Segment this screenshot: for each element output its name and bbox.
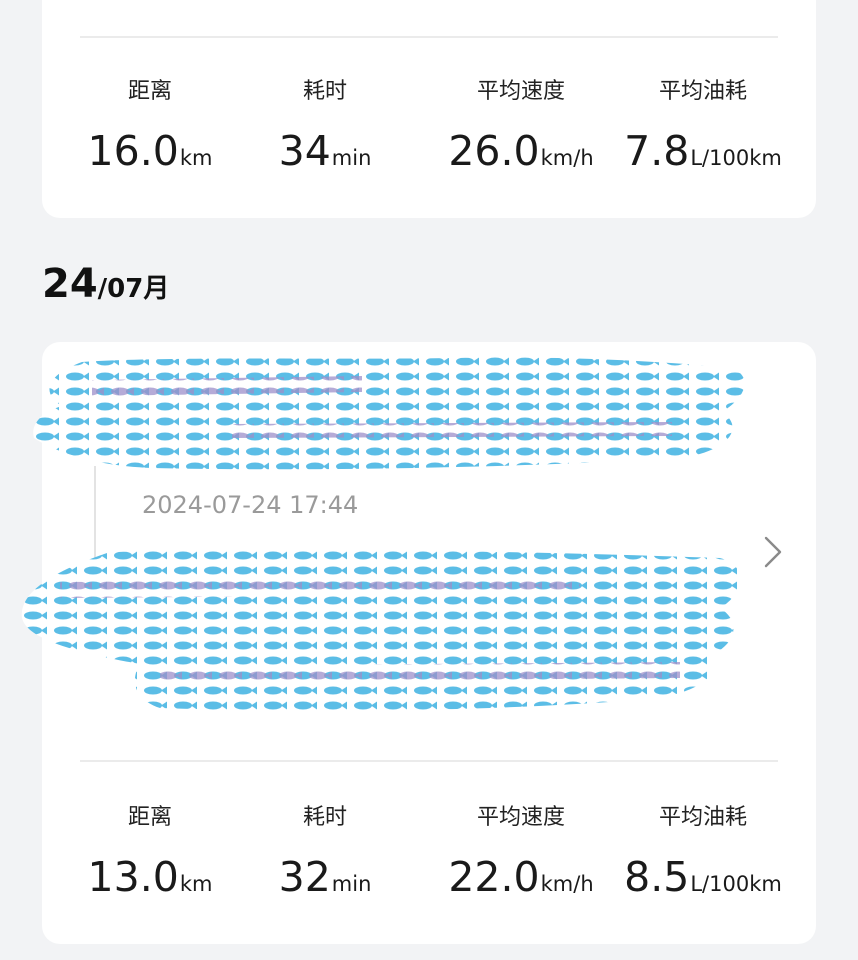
stat-unit: L/100km — [690, 146, 782, 170]
redaction-overlay-destination — [21, 550, 741, 711]
stat-average-fuel: 平均油耗 7.8L/100km — [603, 78, 803, 185]
stat-unit: km — [179, 872, 213, 896]
trip-stats: 距离 16.0km 耗时 34min 平均速度 26.0km/h 平均油耗 7.… — [42, 78, 816, 198]
divider — [80, 760, 778, 762]
stat-value: 16.0km — [50, 126, 250, 185]
date-section-header: 24/07月 — [42, 258, 169, 310]
stat-value: 34min — [225, 126, 425, 185]
stat-distance: 距离 16.0km — [50, 78, 250, 185]
stat-label: 距离 — [127, 805, 172, 830]
stat-number: 16.0 — [87, 127, 179, 175]
date-month: /07月 — [97, 274, 170, 304]
stat-duration: 耗时 32min — [225, 804, 425, 911]
stat-average-speed: 平均速度 22.0km/h — [421, 804, 621, 911]
stat-number: 8.5 — [624, 853, 690, 901]
divider — [80, 36, 778, 38]
stat-label: 平均速度 — [476, 79, 565, 104]
trip-summary-card[interactable]: 2024-07-24 17:44 距离 13.0km 耗时 32min 平均速度… — [21, 342, 816, 944]
redaction-overlay-origin — [33, 357, 745, 470]
stat-unit: L/100km — [690, 872, 782, 896]
stat-unit: min — [331, 872, 372, 896]
stat-number: 32 — [278, 853, 331, 901]
stat-number: 26.0 — [448, 127, 540, 175]
stat-value: 8.5L/100km — [603, 852, 803, 911]
trip-summary-card-previous[interactable]: 距离 16.0km 耗时 34min 平均速度 26.0km/h 平均油耗 7.… — [42, 0, 816, 218]
chevron-right-icon[interactable] — [760, 534, 786, 570]
stat-average-fuel: 平均油耗 8.5L/100km — [603, 804, 803, 911]
trip-start-time: 2024-07-24 17:44 — [142, 491, 359, 519]
stat-number: 13.0 — [87, 853, 179, 901]
stat-duration: 耗时 34min — [225, 78, 425, 185]
stat-value: 22.0km/h — [421, 852, 621, 911]
stat-label: 耗时 — [302, 805, 347, 830]
stat-unit: min — [331, 146, 372, 170]
date-day: 24 — [42, 261, 98, 307]
trip-stats: 距离 13.0km 耗时 32min 平均速度 22.0km/h 平均油耗 8.… — [42, 804, 816, 924]
stat-label: 距离 — [127, 79, 172, 104]
stat-average-speed: 平均速度 26.0km/h — [421, 78, 621, 185]
stat-number: 34 — [278, 127, 331, 175]
stat-unit: km/h — [540, 872, 594, 896]
stat-value: 32min — [225, 852, 425, 911]
stat-value: 26.0km/h — [421, 126, 621, 185]
stat-label: 平均速度 — [476, 805, 565, 830]
stat-label: 耗时 — [302, 79, 347, 104]
stat-value: 7.8L/100km — [603, 126, 803, 185]
stat-label: 平均油耗 — [658, 805, 747, 830]
stat-distance: 距离 13.0km — [50, 804, 250, 911]
stat-number: 22.0 — [448, 853, 540, 901]
stat-number: 7.8 — [624, 127, 690, 175]
stat-value: 13.0km — [50, 852, 250, 911]
stat-label: 平均油耗 — [658, 79, 747, 104]
stat-unit: km — [179, 146, 213, 170]
stat-unit: km/h — [540, 146, 594, 170]
